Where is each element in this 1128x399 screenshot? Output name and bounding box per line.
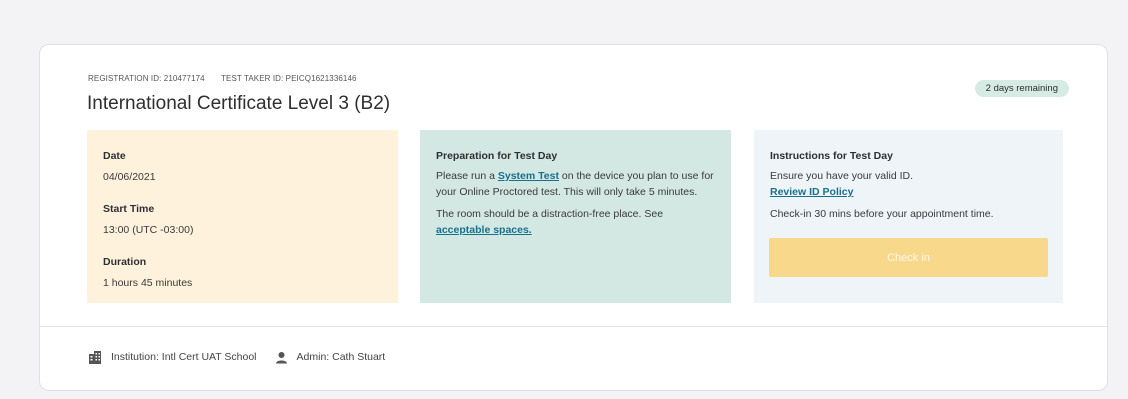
date-label: Date bbox=[103, 150, 126, 162]
check-in-button[interactable]: Check in bbox=[769, 238, 1048, 277]
booking-meta: REGISTRATION ID: 210477174 TEST TAKER ID… bbox=[88, 74, 357, 83]
start-time-label: Start Time bbox=[103, 203, 155, 215]
review-id-policy-link[interactable]: Review ID Policy bbox=[770, 186, 853, 198]
acceptable-spaces-link[interactable]: acceptable spaces. bbox=[436, 224, 532, 236]
date-value: 04/06/2021 bbox=[103, 171, 156, 183]
admin-info: Admin: Cath Stuart bbox=[275, 351, 386, 364]
days-remaining-badge: 2 days remaining bbox=[974, 80, 1069, 97]
start-time-value: 13:00 (UTC -03:00) bbox=[103, 224, 194, 236]
system-test-text: Please run a System Test on the device y… bbox=[436, 168, 715, 200]
institution-info: Institution: Intl Cert UAT School bbox=[88, 350, 257, 364]
registration-id: REGISTRATION ID: 210477174 bbox=[88, 74, 205, 83]
instructions-panel: Instructions for Test Day Ensure you hav… bbox=[754, 130, 1063, 303]
valid-id-text: Ensure you have your valid ID. bbox=[770, 170, 913, 182]
system-test-text-before: Please run a bbox=[436, 170, 498, 182]
booking-card: REGISTRATION ID: 210477174 TEST TAKER ID… bbox=[39, 44, 1108, 391]
admin-text: Admin: Cath Stuart bbox=[296, 351, 386, 363]
preparation-heading: Preparation for Test Day bbox=[436, 150, 558, 162]
checkin-time-text: Check-in 30 mins before your appointment… bbox=[770, 208, 994, 220]
institution-text: Institution: Intl Cert UAT School bbox=[111, 351, 257, 363]
date-panel: Date 04/06/2021 Start Time 13:00 (UTC -0… bbox=[87, 130, 398, 303]
building-icon bbox=[89, 351, 101, 364]
duration-label: Duration bbox=[103, 256, 147, 268]
preparation-panel: Preparation for Test Day Please run a Sy… bbox=[420, 130, 731, 303]
test-taker-id: TEST TAKER ID: PEICQ1621336146 bbox=[221, 74, 357, 83]
duration-value: 1 hours 45 minutes bbox=[103, 277, 193, 289]
instructions-heading: Instructions for Test Day bbox=[770, 150, 893, 162]
person-icon bbox=[275, 351, 287, 363]
room-text-before: The room should be a distraction-free pl… bbox=[436, 208, 664, 220]
system-test-link[interactable]: System Test bbox=[498, 170, 559, 182]
exam-title: International Certificate Level 3 (B2) bbox=[87, 93, 391, 114]
footer-divider bbox=[40, 326, 1107, 327]
booking-footer: Institution: Intl Cert UAT School Admin:… bbox=[88, 350, 385, 364]
room-text: The room should be a distraction-free pl… bbox=[436, 206, 715, 238]
